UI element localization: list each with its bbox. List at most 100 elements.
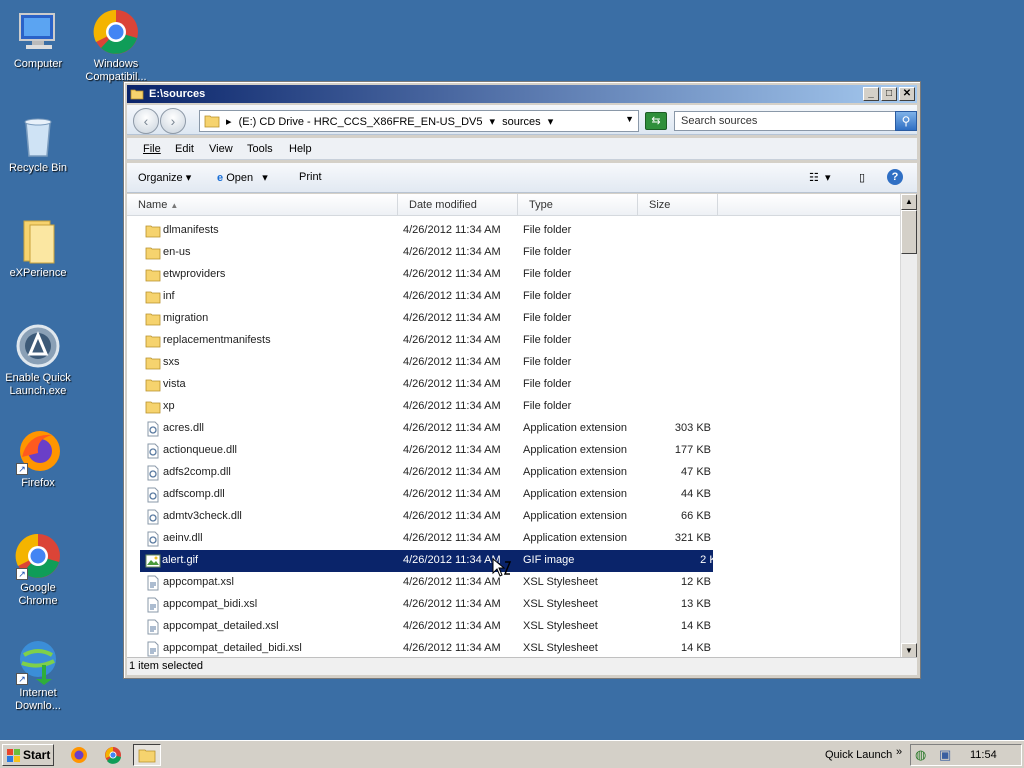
file-row[interactable]: alert.gif 4/26/2012 11:34 AM GIF image 2 KB (140, 550, 724, 572)
file-date: 4/26/2012 11:34 AM (403, 620, 501, 632)
file-row[interactable]: appcompat.xsl 4/26/2012 11:34 AM XSL Style… (127, 572, 900, 594)
title-bar[interactable]: E:\sources _ □ ✕ (127, 85, 917, 103)
menu-edit[interactable]: Edit (175, 143, 194, 155)
menu-view[interactable]: View (209, 143, 233, 155)
breadcrumb-separator-icon[interactable]: ▸ (226, 116, 232, 128)
open-button[interactable]: e Open ▾ (217, 171, 268, 184)
scroll-up-button[interactable]: ▲ (901, 194, 917, 210)
folder-row[interactable]: migration 4/26/2012 11:34 AM File folder (127, 308, 900, 330)
desktop-icon-firefox[interactable]: ↗ Firefox (0, 427, 76, 490)
desktop-icon-enable-quick-launch[interactable]: Enable Quick Launch.exe (0, 322, 76, 398)
forward-button[interactable]: › (160, 108, 186, 134)
address-bar[interactable]: ▸ (E:) CD Drive - HRC_CCS_X86FRE_EN-US_D… (199, 110, 639, 132)
organize-button[interactable]: Organize ▾ (138, 171, 191, 184)
folder-icon (145, 355, 161, 371)
file-type: File folder (523, 400, 572, 412)
file-date: 4/26/2012 11:34 AM (403, 510, 501, 522)
breadcrumb-item-sources[interactable]: sources (502, 116, 541, 128)
scroll-thumb[interactable] (901, 210, 917, 254)
maximize-button[interactable]: □ (881, 87, 897, 101)
folder-icon (138, 749, 156, 763)
file-size: 66 KB (681, 510, 711, 522)
folder-row[interactable]: vista 4/26/2012 11:34 AM File folder (127, 374, 900, 396)
file-row[interactable]: admtv3check.dll 4/26/2012 11:34 AM Applica… (127, 506, 900, 528)
folder-row[interactable]: en-us 4/26/2012 11:34 AM File folder (127, 242, 900, 264)
minimize-button[interactable]: _ (863, 87, 879, 101)
desktop-icon-internet-download[interactable]: ↗ Internet Downlo... (0, 637, 76, 713)
breadcrumb-item-drive[interactable]: (E:) CD Drive - HRC_CCS_X86FRE_EN-US_DV5 (239, 116, 483, 128)
back-button[interactable]: ‹ (133, 108, 159, 134)
close-button[interactable]: ✕ (899, 87, 915, 101)
file-name: acres.dll (163, 422, 204, 434)
clock: 11:54 (970, 749, 997, 761)
menu-help[interactable]: Help (289, 143, 312, 155)
folder-row[interactable]: etwproviders 4/26/2012 11:34 AM File folde… (127, 264, 900, 286)
menu-tools[interactable]: Tools (247, 143, 273, 155)
column-name[interactable]: Name ▲ (127, 194, 398, 216)
file-size: 177 KB (674, 444, 711, 456)
file-row[interactable]: appcompat_bidi.xsl 4/26/2012 11:34 AM XSL … (127, 594, 900, 616)
file-name: sxs (163, 356, 180, 368)
column-size[interactable]: Size (638, 194, 718, 216)
breadcrumb-dropdown-icon[interactable]: ▾ (548, 116, 554, 128)
start-button[interactable]: Start (2, 744, 54, 766)
file-date: 4/26/2012 11:34 AM (403, 532, 501, 544)
notification-icon[interactable]: ▣ (939, 747, 951, 763)
search-icon[interactable]: ⚲ (895, 111, 917, 131)
file-row[interactable]: actionqueue.dll 4/26/2012 11:34 AM Applica… (127, 440, 900, 462)
xsl-icon (145, 597, 161, 613)
folder-row[interactable]: replacementmanifests 4/26/2012 11:34 AM Fi… (127, 330, 900, 352)
file-list[interactable]: Name ▲ Date modified Type Size dlmanifes… (127, 194, 917, 659)
windows-logo-icon (7, 749, 20, 762)
file-row[interactable]: appcompat_detailed.xsl 4/26/2012 11:34 AM… (127, 616, 900, 638)
file-type: Application extension (523, 510, 627, 522)
folder-row[interactable]: dlmanifests 4/26/2012 11:34 AM File folder (127, 220, 900, 242)
desktop-icon-windows-compat[interactable]: Windows Compatibil... (78, 8, 154, 84)
vertical-scrollbar[interactable]: ▲ ▼ (900, 194, 917, 659)
shortcut-arrow-icon: ↗ (16, 673, 28, 685)
desktop-icon-recycle-bin[interactable]: Recycle Bin (0, 112, 76, 175)
search-input[interactable]: Search sources (674, 111, 896, 131)
file-name: appcompat_bidi.xsl (163, 598, 258, 610)
chrome-icon[interactable] (104, 746, 122, 764)
file-row[interactable]: adfs2comp.dll 4/26/2012 11:34 AM Applicati… (127, 462, 900, 484)
desktop-icon-experience[interactable]: eXPerience (0, 217, 76, 280)
shortcut-arrow-icon: ↗ (16, 463, 28, 475)
help-icon[interactable]: ? (887, 169, 903, 185)
file-row[interactable]: adfscomp.dll 4/26/2012 11:34 AM Applicatio… (127, 484, 900, 506)
menu-file[interactable]: File (143, 143, 161, 155)
taskbar-explorer-button[interactable] (133, 744, 161, 766)
xsl-icon (145, 641, 161, 657)
file-row[interactable]: appcompat_detailed_bidi.xsl 4/26/2012 11:… (127, 638, 900, 659)
view-options-icon[interactable]: ☷ ▾ (809, 171, 831, 184)
folder-row[interactable]: sxs 4/26/2012 11:34 AM File folder (127, 352, 900, 374)
refresh-button[interactable]: ⇆ (645, 112, 667, 130)
folder-row[interactable]: xp 4/26/2012 11:34 AM File folder (127, 396, 900, 418)
file-name: appcompat.xsl (163, 576, 234, 588)
column-date-modified[interactable]: Date modified (398, 194, 518, 216)
column-type[interactable]: Type (518, 194, 638, 216)
file-size: 44 KB (681, 488, 711, 500)
idm-icon: ↗ (14, 637, 62, 685)
breadcrumb-dropdown-icon[interactable]: ▾ (490, 116, 496, 128)
quick-launch-label: Quick Launch (825, 749, 893, 761)
file-row[interactable]: aeinv.dll 4/26/2012 11:34 AM Application e… (127, 528, 900, 550)
desktop-icon-google-chrome[interactable]: ↗ Google Chrome (0, 532, 76, 608)
desktop-icon-label: Computer (13, 58, 63, 70)
folder-row[interactable]: inf 4/26/2012 11:34 AM File folder (127, 286, 900, 308)
firefox-icon[interactable] (70, 746, 88, 764)
preview-pane-icon[interactable]: ▯ (859, 171, 865, 184)
network-icon[interactable]: ◍ (915, 747, 926, 763)
file-date: 4/26/2012 11:34 AM (403, 466, 501, 478)
desktop-icon-computer[interactable]: Computer (0, 8, 76, 71)
file-date: 4/26/2012 11:34 AM (403, 422, 501, 434)
file-name: aeinv.dll (163, 532, 203, 544)
column-headers: Name ▲ Date modified Type Size (127, 194, 900, 216)
desktop-icon-label: Firefox (21, 477, 55, 489)
file-size: 14 KB (681, 620, 711, 632)
command-bar: Organize ▾ e Open ▾ Print ☷ ▾ ▯ ? (127, 163, 917, 193)
quick-launch-expand-icon[interactable]: » (896, 746, 902, 758)
address-history-dropdown-icon[interactable]: ▼ (625, 114, 634, 124)
print-button[interactable]: Print (299, 171, 322, 183)
file-row[interactable]: acres.dll 4/26/2012 11:34 AM Application e… (127, 418, 900, 440)
